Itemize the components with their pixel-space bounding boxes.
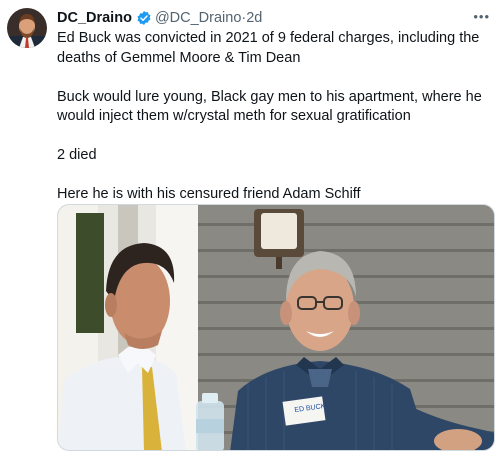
tweet-timestamp[interactable]: 2d — [246, 10, 262, 26]
tweet-paragraph: Ed Buck was convicted in 2021 of 9 feder… — [57, 30, 480, 66]
tweet-photo[interactable]: ED BUCK — [57, 204, 495, 451]
author-handle[interactable]: @DC_Draino — [155, 10, 241, 26]
tweet-paragraph: Buck would lure young, Black gay men to … — [57, 88, 482, 125]
verified-badge-icon — [136, 10, 152, 26]
author-avatar[interactable] — [7, 8, 47, 48]
tweet-text: Ed Buck was convicted in 2021 of 9 feder… — [57, 29, 487, 205]
author-display-name[interactable]: DC_Draino — [57, 10, 132, 26]
tweet-paragraph: 2 died — [57, 147, 97, 163]
tweet-card[interactable]: DC_Draino @DC_Draino · 2d ••• Ed Buck wa… — [0, 0, 500, 456]
more-options-icon[interactable]: ••• — [473, 9, 490, 24]
tweet-paragraph: Here he is with his censured friend Adam… — [57, 186, 361, 202]
avatar-image — [7, 8, 47, 48]
photo-image — [58, 205, 494, 450]
tweet-header: DC_Draino @DC_Draino · 2d — [57, 8, 262, 28]
